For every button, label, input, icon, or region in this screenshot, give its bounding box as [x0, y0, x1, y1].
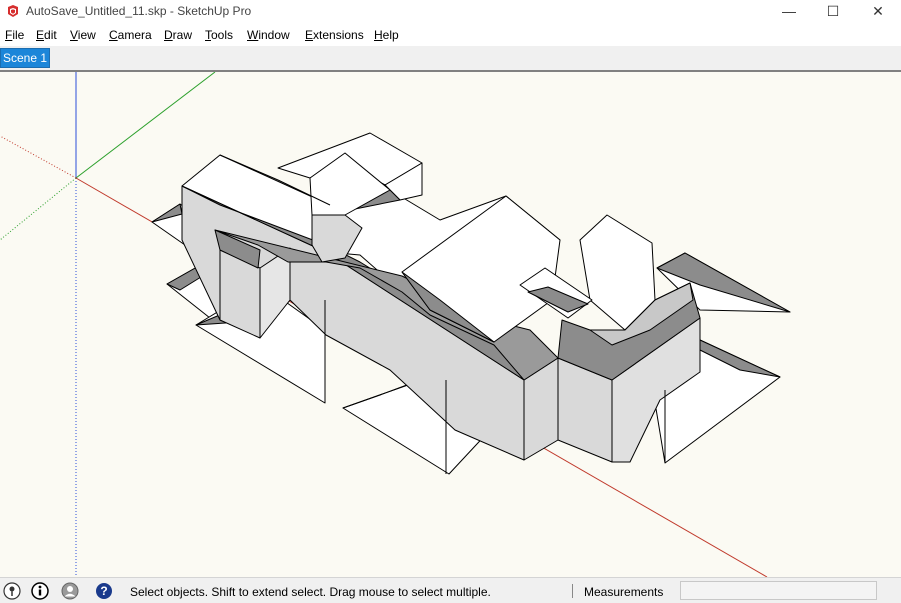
measurements-label: Measurements: [584, 585, 664, 599]
menu-edit[interactable]: Edit: [36, 28, 57, 42]
maximize-icon: ☐: [826, 2, 840, 19]
axis-green: [75, 72, 216, 179]
scene-tab-1[interactable]: Scene 1: [0, 48, 50, 68]
close-icon: ✕: [872, 2, 884, 19]
minimize-icon: —: [782, 3, 796, 19]
menu-camera[interactable]: Camera: [109, 28, 152, 42]
maximize-button[interactable]: ☐: [810, 0, 856, 22]
menu-bar: File Edit View Camera Draw Tools Window …: [0, 26, 901, 46]
minimize-button[interactable]: —: [766, 0, 812, 22]
menu-help[interactable]: Help: [374, 28, 399, 42]
axis-red-dotted: [0, 135, 77, 179]
window-title: AutoSave_Untitled_11.skp - SketchUp Pro: [26, 4, 252, 18]
menu-tools[interactable]: Tools: [205, 28, 233, 42]
status-divider: [572, 584, 573, 598]
help-icon[interactable]: ?: [95, 582, 113, 600]
scene-tab-bar: Scene 1: [0, 46, 901, 71]
menu-window[interactable]: Window: [247, 28, 290, 42]
close-button[interactable]: ✕: [855, 0, 901, 22]
menu-extensions[interactable]: Extensions: [305, 28, 364, 42]
measurements-input[interactable]: [680, 581, 877, 600]
model-canvas[interactable]: [0, 72, 901, 577]
status-message: Select objects. Shift to extend select. …: [130, 585, 491, 599]
status-bar: ? Select objects. Shift to extend select…: [0, 577, 901, 603]
menu-view[interactable]: View: [70, 28, 96, 42]
house-model[interactable]: [151, 132, 791, 475]
menu-draw[interactable]: Draw: [164, 28, 192, 42]
credits-icon[interactable]: [31, 582, 49, 600]
axis-green-dotted: [0, 177, 77, 241]
title-bar: AutoSave_Untitled_11.skp - SketchUp Pro …: [0, 0, 901, 24]
geolocation-icon[interactable]: [3, 582, 21, 600]
user-account-icon[interactable]: [61, 582, 79, 600]
model-viewport[interactable]: [0, 72, 901, 577]
svg-text:?: ?: [100, 584, 107, 598]
sketchup-logo-icon: [8, 5, 18, 17]
menu-file[interactable]: File: [5, 28, 24, 42]
